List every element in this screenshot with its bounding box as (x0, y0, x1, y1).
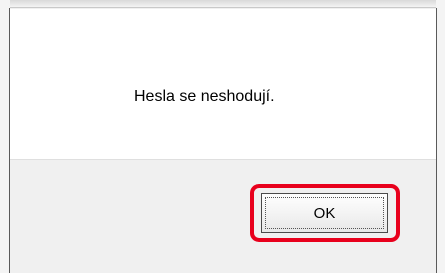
dialog-right-edge (436, 0, 445, 273)
dialog-right-border (436, 8, 437, 273)
message-dialog: Hesla se neshodují. OK (0, 0, 445, 273)
dialog-top-edge (0, 0, 445, 8)
message-area: Hesla se neshodují. (10, 9, 436, 160)
ok-button[interactable]: OK (261, 193, 388, 233)
message-text: Hesla se neshodují. (134, 88, 275, 105)
